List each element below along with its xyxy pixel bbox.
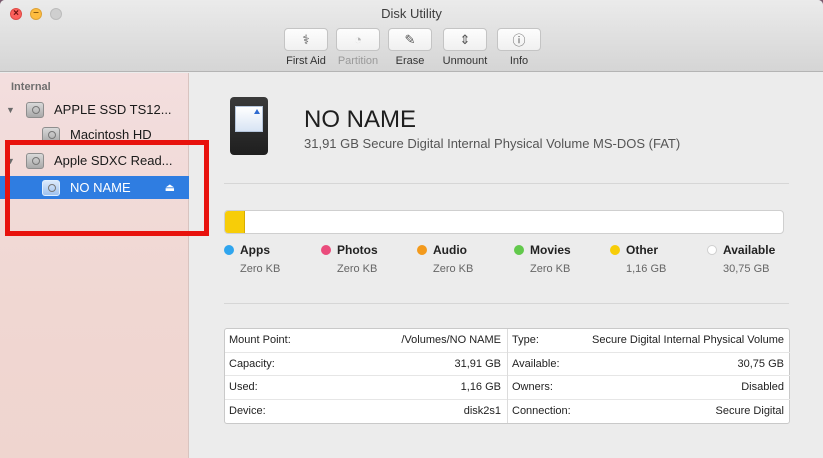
sidebar-item-label: Apple SDXC Read... bbox=[54, 153, 173, 168]
erase-button[interactable]: ✎ Erase bbox=[387, 28, 433, 67]
volume-info-table: Mount Point:/Volumes/NO NAME Capacity: 31… bbox=[224, 328, 790, 424]
legend-name: Audio bbox=[433, 243, 467, 257]
info-icon: ⓘ bbox=[497, 28, 541, 51]
disk-utility-window: × – Disk Utility ⚕ First Aid ◔ Partition… bbox=[0, 0, 823, 458]
sidebar-item-apple-sdxc-reader[interactable]: ▼ Apple SDXC Read... bbox=[0, 149, 189, 172]
movies-color-dot bbox=[514, 245, 524, 255]
window-title: Disk Utility bbox=[381, 6, 442, 21]
partition-label: Partition bbox=[337, 55, 379, 67]
divider bbox=[224, 183, 789, 184]
info-row-device: Device: disk2s1 bbox=[229, 405, 501, 418]
unmount-label: Unmount bbox=[442, 55, 488, 67]
usage-bar bbox=[224, 210, 784, 234]
pie-chart-icon: ◔ bbox=[336, 28, 380, 51]
info-row-owners: Owners: Disabled bbox=[508, 376, 790, 400]
disclosure-triangle-icon[interactable]: ▼ bbox=[6, 105, 16, 115]
other-color-dot bbox=[610, 245, 620, 255]
card-reader-disk-icon bbox=[26, 152, 44, 169]
legend-value: Zero KB bbox=[337, 263, 378, 275]
legend-value: Zero KB bbox=[433, 263, 474, 275]
legend-value: Zero KB bbox=[240, 263, 281, 275]
legend-apps: Apps Zero KB bbox=[224, 243, 304, 275]
erase-label: Erase bbox=[395, 55, 425, 67]
legend-value: 30,75 GB bbox=[723, 263, 770, 275]
legend-value: 1,16 GB bbox=[626, 263, 667, 275]
volume-description: 31,91 GB Secure Digital Internal Physica… bbox=[304, 136, 681, 151]
sidebar-item-no-name[interactable]: NO NAME ⏏ bbox=[0, 176, 189, 199]
info-button[interactable]: ⓘ Info bbox=[496, 28, 542, 67]
sidebar-item-label: Macintosh HD bbox=[70, 127, 152, 142]
stethoscope-icon: ⚕ bbox=[284, 28, 328, 51]
legend-name: Photos bbox=[337, 243, 378, 257]
legend-name: Other bbox=[626, 243, 659, 257]
info-row-mount-point: Mount Point:/Volumes/NO NAME bbox=[225, 329, 507, 353]
first-aid-label: First Aid bbox=[286, 55, 326, 67]
info-row-capacity: Capacity: 31,91 GB bbox=[225, 353, 507, 376]
info-row-used: Used: 1,16 GB bbox=[225, 376, 507, 400]
legend-name: Available bbox=[723, 243, 776, 257]
unmount-icon: ⇕ bbox=[443, 28, 487, 51]
eraser-icon: ✎ bbox=[388, 28, 432, 51]
audio-color-dot bbox=[417, 245, 427, 255]
legend-movies: Movies Zero KB bbox=[514, 243, 594, 275]
photos-color-dot bbox=[321, 245, 331, 255]
info-column-right: Type: Secure Digital Internal Physical Vo… bbox=[508, 329, 790, 423]
volume-name: NO NAME bbox=[304, 106, 417, 133]
info-row-connection: Connection: Secure Digital bbox=[512, 405, 784, 418]
legend-name: Apps bbox=[240, 243, 270, 257]
sidebar-item-apple-ssd[interactable]: ▼ APPLE SSD TS12... bbox=[0, 98, 189, 121]
legend-other: Other 1,16 GB bbox=[610, 243, 690, 275]
available-color-dot bbox=[707, 245, 717, 255]
info-row-type: Type: Secure Digital Internal Physical Vo… bbox=[508, 329, 790, 353]
legend-available: Available 30,75 GB bbox=[707, 243, 787, 275]
info-row-available: Available: 30,75 GB bbox=[508, 353, 790, 376]
apps-color-dot bbox=[224, 245, 234, 255]
disclosure-triangle-icon[interactable]: ▼ bbox=[6, 156, 16, 166]
main-panel: NO NAME 31,91 GB Secure Digital Internal… bbox=[190, 73, 823, 458]
legend-audio: Audio Zero KB bbox=[417, 243, 497, 275]
sidebar-item-label: APPLE SSD TS12... bbox=[54, 102, 172, 117]
partition-button[interactable]: ◔ Partition bbox=[335, 28, 381, 67]
legend-value: Zero KB bbox=[530, 263, 571, 275]
eject-icon[interactable]: ⏏ bbox=[165, 181, 175, 194]
toolbar: × – Disk Utility ⚕ First Aid ◔ Partition… bbox=[0, 0, 823, 72]
info-column-left: Mount Point:/Volumes/NO NAME Capacity: 31… bbox=[225, 329, 508, 423]
volume-disk-icon bbox=[42, 179, 60, 196]
sidebar-item-macintosh-hd[interactable]: Macintosh HD bbox=[0, 123, 189, 146]
internal-disk-icon bbox=[26, 101, 44, 118]
volume-disk-icon bbox=[42, 126, 60, 143]
divider bbox=[224, 303, 789, 304]
legend-name: Movies bbox=[530, 243, 571, 257]
sidebar-item-label: NO NAME bbox=[70, 180, 131, 195]
usage-bar-other-segment bbox=[225, 211, 246, 233]
sidebar: Internal ▼ APPLE SSD TS12... Macintosh H… bbox=[0, 73, 189, 458]
legend-photos: Photos Zero KB bbox=[321, 243, 401, 275]
sd-card-icon bbox=[230, 97, 268, 155]
info-label: Info bbox=[509, 55, 529, 67]
first-aid-button[interactable]: ⚕ First Aid bbox=[283, 28, 329, 67]
sidebar-header-internal: Internal bbox=[11, 81, 51, 93]
unmount-button[interactable]: ⇕ Unmount bbox=[442, 28, 488, 67]
